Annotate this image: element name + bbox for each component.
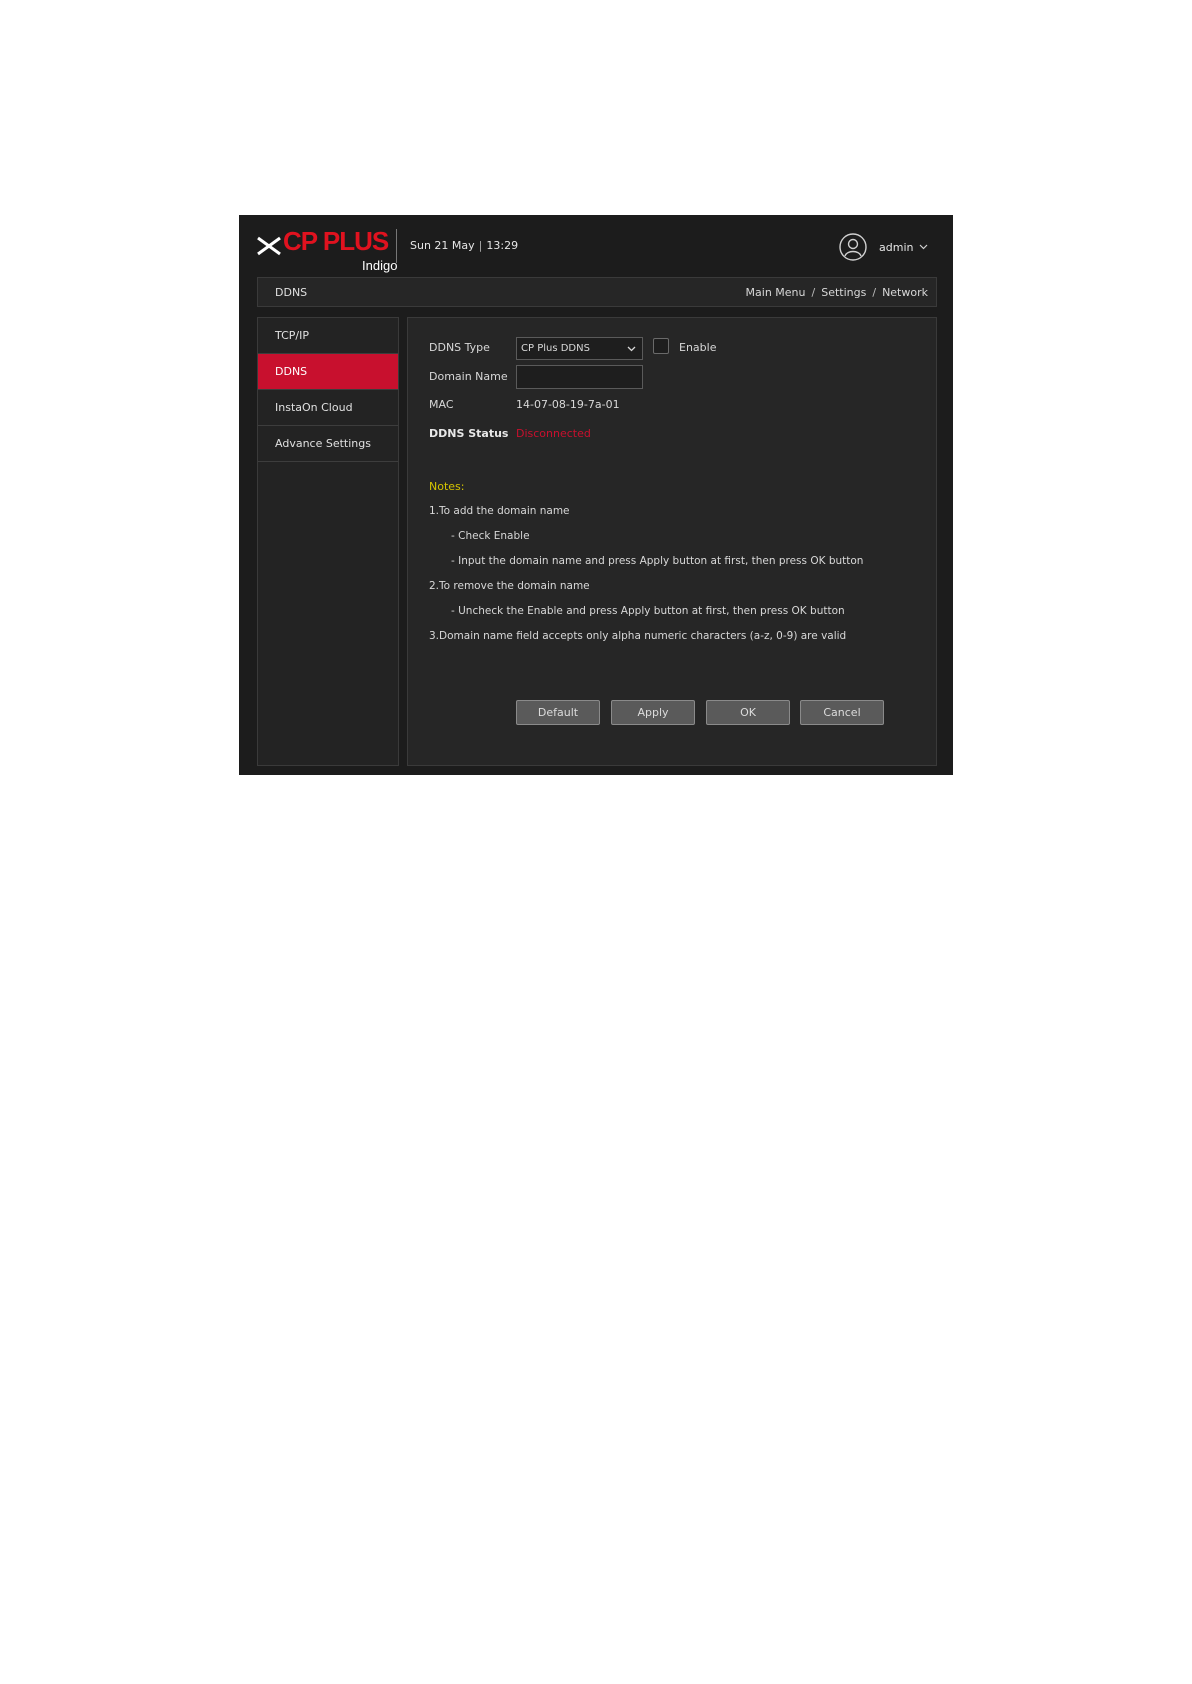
breadcrumb-main-menu[interactable]: Main Menu (746, 286, 806, 299)
note-line: - Input the domain name and press Apply … (451, 555, 864, 567)
time-text: 13:29 (486, 239, 519, 252)
ok-button[interactable]: OK (706, 700, 790, 725)
ddns-type-select[interactable]: CP Plus DDNS (516, 337, 643, 360)
chevron-down-icon (627, 346, 636, 352)
ddns-type-label: DDNS Type (429, 341, 490, 354)
note-line: 3.Domain name field accepts only alpha n… (429, 630, 847, 642)
date-text: Sun 21 May (410, 239, 475, 252)
network-sidebar: TCP/IP DDNS InstaOn Cloud Advance Settin… (257, 317, 399, 766)
cp-plus-logo-icon (257, 236, 281, 256)
breadcrumb: Main Menu / Settings / Network (746, 286, 928, 299)
default-button[interactable]: Default (516, 700, 600, 725)
ddns-status-label: DDNS Status (429, 427, 509, 440)
enable-label: Enable (679, 341, 717, 354)
breadcrumb-separator: / (811, 286, 816, 299)
ddns-settings-panel: DDNS Type CP Plus DDNS Enable Domain Nam… (407, 317, 937, 766)
apply-button[interactable]: Apply (611, 700, 695, 725)
sidebar-item-tcpip[interactable]: TCP/IP (258, 318, 398, 354)
note-line: 2.To remove the domain name (429, 580, 590, 592)
username[interactable]: admin (879, 241, 913, 254)
user-menu[interactable]: admin (839, 232, 928, 262)
breadcrumb-network[interactable]: Network (882, 286, 928, 299)
note-line: - Uncheck the Enable and press Apply but… (451, 605, 845, 617)
brand-name: CP PLUS (283, 226, 389, 256)
notes-title: Notes: (429, 480, 465, 493)
domain-name-input[interactable] (516, 365, 643, 389)
sidebar-item-ddns[interactable]: DDNS (258, 354, 398, 390)
note-line: - Check Enable (451, 530, 530, 542)
note-line: 1.To add the domain name (429, 505, 570, 517)
mac-label: MAC (429, 398, 454, 411)
time-separator: | (478, 239, 483, 252)
sidebar-item-advance-settings[interactable]: Advance Settings (258, 426, 398, 462)
ddns-type-value: CP Plus DDNS (521, 343, 590, 354)
mac-value: 14-07-08-19-7a-01 (516, 398, 620, 411)
breadcrumb-separator: / (872, 286, 877, 299)
brand-sub-name: Indigo (362, 258, 398, 273)
ddns-status-value: Disconnected (516, 427, 591, 440)
date-time: Sun 21 May | 13:29 (410, 239, 518, 252)
page-titlebar: DDNS Main Menu / Settings / Network (257, 277, 937, 307)
sidebar-item-instaon-cloud[interactable]: InstaOn Cloud (258, 390, 398, 426)
page-title: DDNS (275, 286, 308, 299)
domain-name-label: Domain Name (429, 370, 508, 383)
breadcrumb-settings[interactable]: Settings (821, 286, 866, 299)
dvr-window: CP PLUS Indigo Sun 21 May | 13:29 admin DD… (239, 215, 953, 775)
header-divider (396, 229, 397, 263)
cancel-button[interactable]: Cancel (800, 700, 884, 725)
user-circle-icon[interactable] (839, 233, 867, 261)
chevron-down-icon[interactable] (919, 244, 928, 250)
enable-checkbox[interactable] (653, 338, 669, 354)
brand-logo: CP PLUS Indigo (256, 224, 397, 273)
